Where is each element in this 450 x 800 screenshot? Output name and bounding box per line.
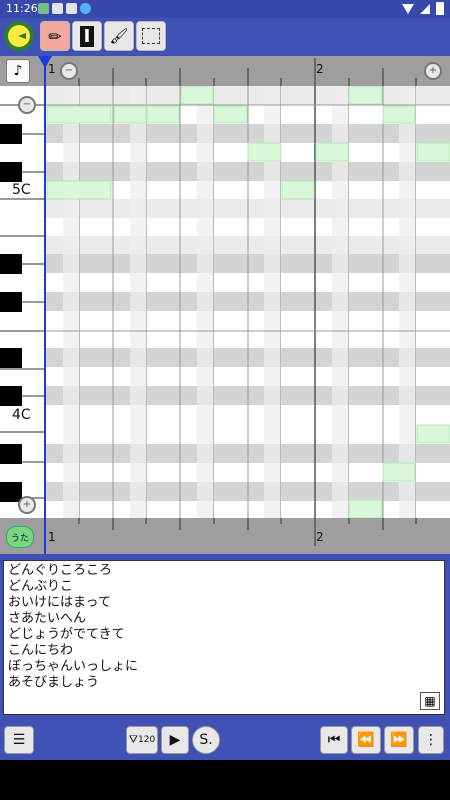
pencil-tool-button[interactable]: ✏ — [40, 21, 70, 51]
rewind-icon: ⏪ — [357, 732, 375, 748]
play-button[interactable]: ▶ — [161, 726, 189, 754]
play-icon: ▶ — [169, 732, 181, 748]
bottom-ruler-ticks — [78, 518, 417, 546]
fast-forward-button[interactable]: ⏩ — [384, 726, 414, 754]
text-tool-button[interactable]: I — [72, 21, 102, 51]
app-logo-icon[interactable] — [4, 21, 34, 51]
measure-marker-2: 2 — [316, 62, 324, 76]
status-bar: 11:26 — [0, 0, 450, 18]
bottom-ruler[interactable]: 1 2 — [0, 518, 450, 554]
zoom-out-horizontal-icon[interactable]: − — [60, 62, 78, 80]
list-icon: ☰ — [12, 732, 26, 748]
skip-to-start-icon: ⏮ — [327, 732, 341, 748]
notification-icon — [52, 3, 63, 14]
zoom-in-vertical-icon[interactable]: + — [18, 496, 36, 514]
uta-label: うた — [10, 533, 29, 544]
tempo-value: 120 — [138, 735, 156, 745]
note-mode-button[interactable]: ♪ — [6, 59, 30, 83]
film-strip-icon[interactable]: ▦ — [420, 692, 440, 710]
system-navigation-bar — [0, 760, 450, 800]
battery-icon — [436, 2, 444, 15]
octave-label-4c: 4C — [12, 407, 31, 423]
grid-canvas — [46, 85, 450, 519]
text-cursor-icon: I — [79, 25, 95, 47]
notification-icon — [80, 3, 91, 14]
piano-keys — [0, 104, 44, 502]
s-mode-label: S. — [199, 732, 213, 748]
tempo-button[interactable]: ⛛ 120 — [126, 726, 158, 754]
lyrics-textarea[interactable]: どんぐりころころ どんぶりこ おいけにはまって さあたいへん どじょうがでてきて… — [3, 560, 445, 715]
playhead-line[interactable] — [44, 56, 46, 554]
pencil-icon: ✏ — [48, 26, 62, 46]
playhead-marker-icon[interactable] — [38, 56, 52, 68]
octave-label-5c: 5C — [12, 182, 31, 198]
notification-icon — [66, 3, 77, 14]
piano-roll-grid[interactable] — [46, 85, 450, 519]
bottom-bar: ☰ ⛛ 120 ▶ S. ⏮ ⏪ ⏩ ⋮ — [0, 720, 450, 760]
select-rect-icon — [142, 28, 160, 44]
system-icons — [402, 2, 444, 15]
notification-icon — [38, 3, 49, 14]
select-tool-button[interactable] — [136, 21, 166, 51]
zoom-out-vertical-icon[interactable]: − — [18, 96, 36, 114]
menu-list-button[interactable]: ☰ — [4, 726, 34, 754]
rewind-button[interactable]: ⏪ — [351, 726, 381, 754]
s-mode-button[interactable]: S. — [192, 726, 220, 754]
toolbar: ✏ I 🖌 — [0, 18, 450, 56]
notification-icons — [38, 3, 91, 14]
measure-marker-1-bottom: 1 — [48, 530, 56, 544]
top-ruler[interactable]: 1 2 ♪ − + — [0, 56, 450, 86]
paint-tool-button[interactable]: 🖌 — [104, 21, 134, 51]
skip-to-start-button[interactable]: ⏮ — [320, 726, 348, 754]
wifi-icon — [402, 3, 414, 14]
metronome-icon: ⛛ — [128, 733, 139, 746]
paint-icon: 🖌 — [109, 27, 129, 45]
zoom-in-horizontal-icon[interactable]: + — [424, 62, 442, 80]
piano-keyboard[interactable]: 5C 4C − + — [0, 86, 44, 518]
uta-lyrics-button[interactable]: うた — [6, 526, 34, 548]
music-note-icon: ♪ — [13, 63, 23, 79]
status-time: 11:26 — [6, 2, 38, 15]
more-options-button[interactable]: ⋮ — [418, 726, 444, 754]
measure-marker-2-bottom: 2 — [316, 530, 324, 544]
more-vertical-icon: ⋮ — [424, 732, 438, 748]
signal-icon — [420, 3, 430, 14]
fast-forward-icon: ⏩ — [390, 732, 408, 748]
